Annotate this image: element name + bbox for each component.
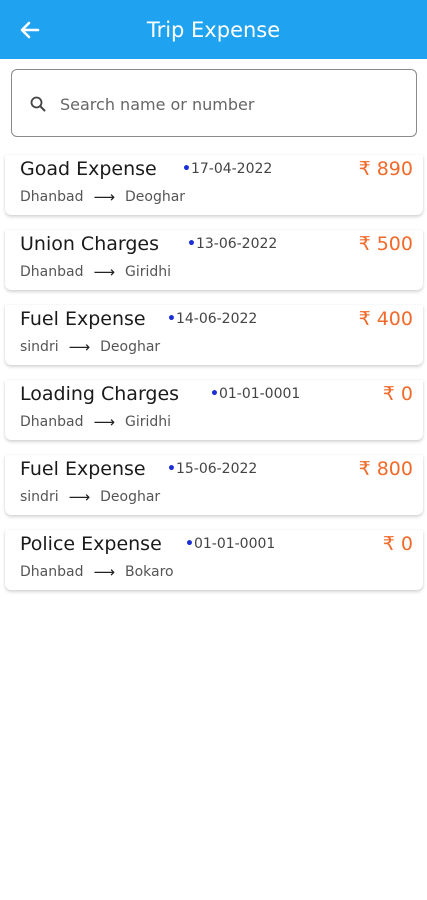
arrow-right-icon: ⟶: [93, 563, 115, 581]
expense-date: •01-01-0001: [210, 386, 300, 402]
route-from: Dhanbad: [20, 264, 84, 280]
expense-route: Dhanbad ⟶ Giridhi: [20, 413, 171, 431]
route-from: Dhanbad: [20, 189, 84, 205]
expense-date-text: 13-06-2022: [195, 236, 278, 252]
expense-card[interactable]: Goad Expense •17-04-2022 ₹ 890 Dhanbad ⟶…: [5, 155, 423, 215]
expense-date-text: 01-01-0001: [193, 536, 276, 552]
route-to: Deoghar: [100, 339, 161, 355]
expense-list: Goad Expense •17-04-2022 ₹ 890 Dhanbad ⟶…: [0, 155, 427, 605]
expense-card[interactable]: Fuel Expense •14-06-2022 ₹ 400 sindri ⟶ …: [5, 305, 423, 365]
route-from: sindri: [20, 339, 59, 355]
route-to: Deoghar: [124, 189, 186, 205]
back-button[interactable]: [16, 16, 44, 44]
route-to: Deoghar: [100, 489, 161, 505]
expense-title: Union Charges: [20, 233, 160, 255]
expense-title: Loading Charges: [20, 383, 180, 405]
page-title: Trip Expense: [146, 17, 281, 42]
app-bar: Trip Expense: [0, 0, 427, 59]
expense-title: Police Expense: [20, 533, 162, 555]
expense-route: sindri ⟶ Deoghar: [20, 488, 160, 506]
expense-amount: ₹ 0: [382, 533, 413, 555]
date-dot: •: [167, 461, 176, 477]
date-dot: •: [182, 161, 191, 177]
expense-date-text: 01-01-0001: [218, 386, 301, 402]
expense-card[interactable]: Loading Charges •01-01-0001 ₹ 0 Dhanbad …: [5, 380, 423, 440]
expense-route: sindri ⟶ Deoghar: [20, 338, 160, 356]
search-box[interactable]: [11, 69, 417, 137]
date-dot: •: [167, 311, 176, 327]
expense-date: •15-06-2022: [167, 461, 257, 477]
expense-amount: ₹ 0: [382, 383, 413, 405]
arrow-right-icon: ⟶: [68, 488, 91, 506]
expense-title: Goad Expense: [20, 158, 157, 180]
search-icon: [30, 96, 46, 112]
arrow-left-icon: [20, 21, 40, 39]
route-from: sindri: [20, 489, 59, 505]
route-from: Dhanbad: [20, 414, 84, 430]
expense-route: Dhanbad ⟶ Deoghar: [20, 188, 185, 206]
date-dot: •: [185, 536, 194, 552]
expense-date-text: 17-04-2022: [190, 161, 273, 177]
date-dot: •: [187, 236, 196, 252]
expense-amount: ₹ 500: [358, 233, 413, 255]
route-from: Dhanbad: [20, 564, 84, 580]
route-to: Bokaro: [124, 564, 174, 580]
expense-date: •13-06-2022: [187, 236, 277, 252]
arrow-right-icon: ⟶: [93, 263, 115, 281]
expense-route: Dhanbad ⟶ Bokaro: [20, 563, 174, 581]
arrow-right-icon: ⟶: [68, 338, 91, 356]
arrow-right-icon: ⟶: [93, 188, 115, 206]
expense-card[interactable]: Union Charges •13-06-2022 ₹ 500 Dhanbad …: [5, 230, 423, 290]
expense-amount: ₹ 800: [358, 458, 413, 480]
expense-date-text: 14-06-2022: [175, 311, 258, 327]
expense-card[interactable]: Police Expense •01-01-0001 ₹ 0 Dhanbad ⟶…: [5, 530, 423, 590]
route-to: Giridhi: [124, 264, 172, 280]
expense-date: •17-04-2022: [182, 161, 272, 177]
search-input[interactable]: [60, 88, 400, 120]
expense-route: Dhanbad ⟶ Giridhi: [20, 263, 171, 281]
expense-date: •14-06-2022: [167, 311, 257, 327]
expense-title: Fuel Expense: [20, 458, 146, 480]
date-dot: •: [210, 386, 219, 402]
arrow-right-icon: ⟶: [93, 413, 115, 431]
expense-title: Fuel Expense: [20, 308, 146, 330]
expense-date: •01-01-0001: [185, 536, 275, 552]
expense-amount: ₹ 890: [358, 158, 413, 180]
expense-amount: ₹ 400: [358, 308, 413, 330]
route-to: Giridhi: [124, 414, 172, 430]
expense-card[interactable]: Fuel Expense •15-06-2022 ₹ 800 sindri ⟶ …: [5, 455, 423, 515]
expense-date-text: 15-06-2022: [175, 461, 258, 477]
